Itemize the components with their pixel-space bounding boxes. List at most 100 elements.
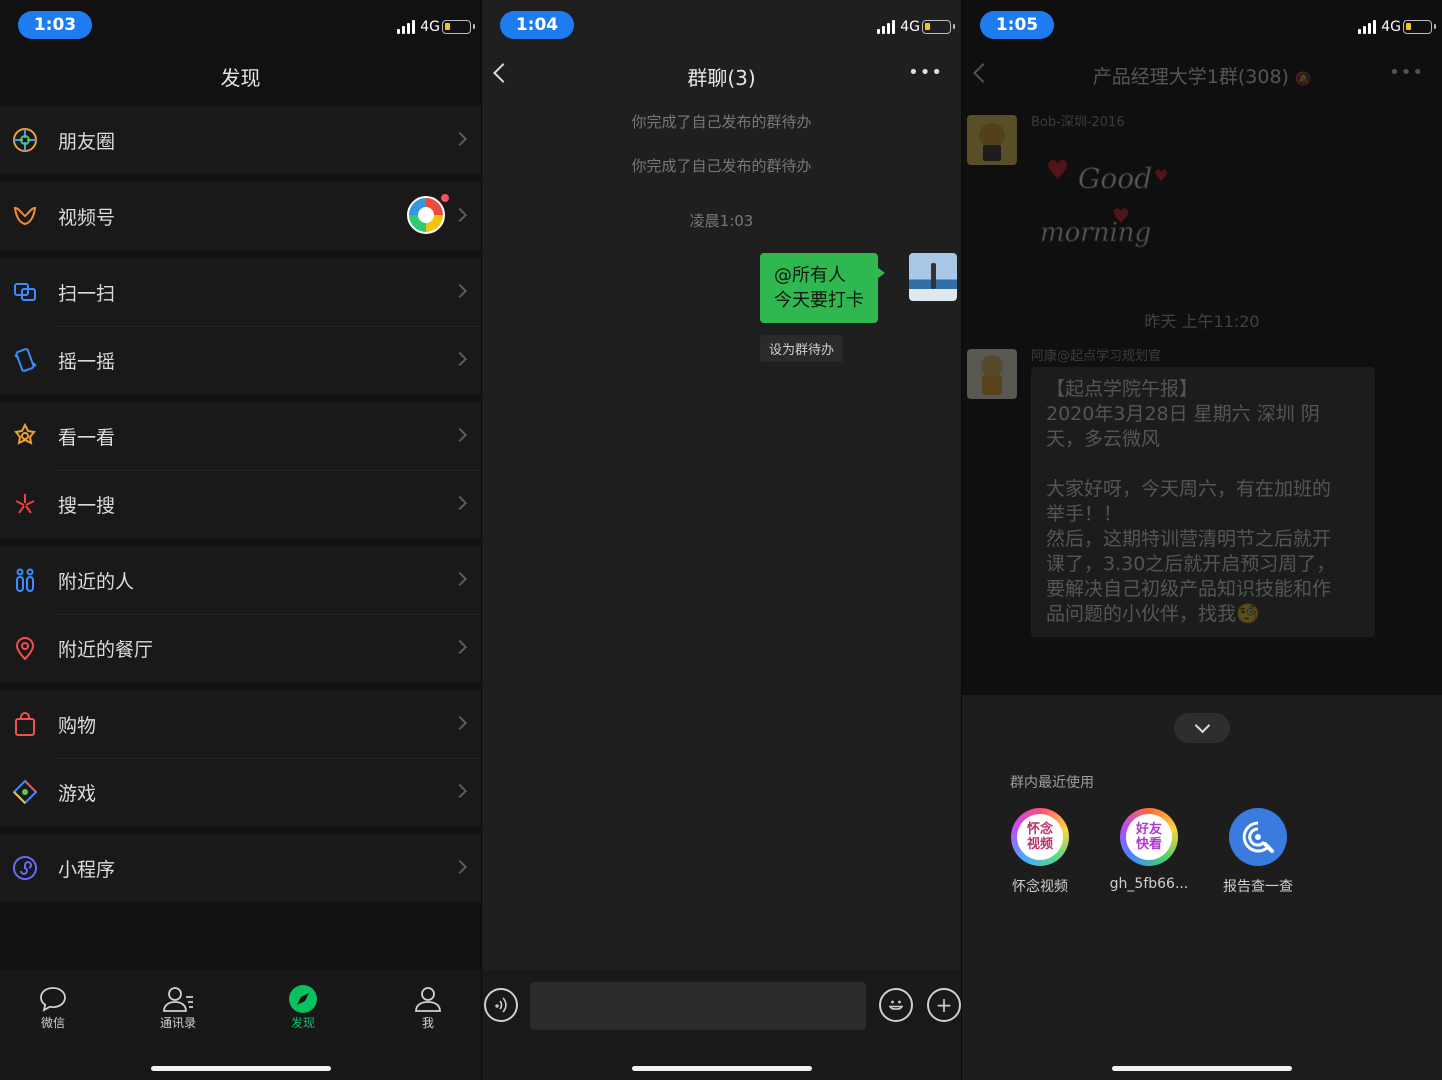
home-indicator[interactable] bbox=[1112, 1066, 1292, 1071]
discover-menu-item[interactable]: 搜一搜 bbox=[0, 470, 481, 538]
chevron-right-icon bbox=[452, 351, 468, 367]
menu-item-label: 扫一扫 bbox=[58, 282, 116, 305]
channels-icon bbox=[12, 203, 38, 229]
message-line: 要解决自己初级产品知识技能和作 bbox=[1046, 578, 1332, 600]
chevron-right-icon bbox=[452, 571, 468, 587]
message-line bbox=[1046, 452, 1360, 477]
menu-item-label: 搜一搜 bbox=[58, 494, 116, 517]
discover-menu-item[interactable]: 朋友圈 bbox=[0, 106, 481, 174]
tab-label: 微信 bbox=[40, 1016, 65, 1030]
home-indicator[interactable] bbox=[150, 1066, 331, 1071]
contacts-icon bbox=[143, 984, 213, 1014]
discover-screen: 1:03 4G 发现 朋友圈视频号扫一扫摇一摇看一看搜一搜附近的人附近的餐厅购物… bbox=[0, 0, 481, 1080]
message-line: 然后，这期特训营清明节之后就开 bbox=[1046, 528, 1332, 550]
signal-icon bbox=[877, 18, 895, 34]
chevron-right-icon bbox=[452, 207, 468, 223]
status-bar: 1:03 4G bbox=[0, 0, 481, 50]
plus-icon[interactable]: + bbox=[927, 988, 961, 1022]
message-line: 大家好呀，今天周六，有在加班的 bbox=[1046, 478, 1332, 500]
menu-item-label: 游戏 bbox=[58, 782, 97, 805]
network-type: 4G bbox=[1381, 19, 1401, 35]
people-nearby-icon bbox=[12, 567, 38, 593]
recent-app-item[interactable]: 报告查一查 bbox=[1212, 808, 1304, 896]
heart-icon: ♥ bbox=[1154, 166, 1169, 185]
home-indicator[interactable] bbox=[631, 1066, 812, 1071]
menu-group: 小程序 bbox=[0, 834, 481, 902]
recent-app-item[interactable]: 好友快看 gh_5fb66... bbox=[1103, 808, 1195, 892]
tab-discover[interactable]: 发现 bbox=[268, 984, 338, 1031]
chat-title: 群聊(3) bbox=[687, 66, 756, 90]
sticker-text: Good bbox=[1077, 162, 1153, 196]
menu-group: 购物 游戏 bbox=[0, 690, 481, 826]
more-options-icon[interactable]: ••• bbox=[1389, 64, 1424, 82]
status-bar: 1:05 4G bbox=[962, 0, 1442, 50]
heart-icon: ♥ bbox=[1046, 156, 1070, 186]
battery-icon bbox=[1403, 20, 1436, 34]
moments-icon bbox=[12, 127, 38, 153]
good-morning-sticker[interactable]: ♥ ♥ ♥ Good morning bbox=[1039, 150, 1180, 260]
search-icon bbox=[12, 491, 38, 517]
app-name: 怀念视频 bbox=[1012, 879, 1068, 895]
shopping-bag-icon bbox=[12, 711, 38, 737]
discover-menu-item[interactable]: 看一看 bbox=[0, 402, 481, 470]
tab-chats[interactable]: 微信 bbox=[18, 984, 88, 1031]
page-title: 发现 bbox=[220, 66, 261, 90]
discover-menu-item[interactable]: 扫一扫 bbox=[0, 258, 481, 326]
group-chat-screen: 1:04 4G 群聊(3) ••• 你完成了自己发布的群待办 你完成了自己发布的… bbox=[481, 0, 961, 1080]
tab-contacts[interactable]: 通讯录 bbox=[143, 984, 213, 1031]
menu-item-label: 购物 bbox=[58, 714, 97, 737]
discover-menu-item[interactable]: 小程序 bbox=[0, 834, 481, 902]
discover-menu-item[interactable]: 购物 bbox=[0, 690, 481, 758]
sent-message-bubble[interactable]: @所有人 今天要打卡 bbox=[760, 253, 885, 323]
message-timestamp: 凌晨1:03 bbox=[689, 212, 754, 230]
discover-compass-icon bbox=[268, 984, 338, 1014]
tab-me[interactable]: 我 bbox=[393, 984, 463, 1031]
scan-icon bbox=[12, 279, 38, 305]
panel-label: 群内最近使用 bbox=[1010, 775, 1094, 791]
set-group-todo-chip[interactable]: 设为群待办 bbox=[760, 335, 844, 362]
message-line: @所有人 bbox=[774, 265, 846, 286]
signal-icon bbox=[397, 18, 415, 34]
network-type: 4G bbox=[420, 19, 440, 35]
menu-item-label: 看一看 bbox=[58, 426, 116, 449]
chevron-right-icon bbox=[452, 131, 468, 147]
voice-input-icon[interactable] bbox=[484, 988, 518, 1022]
status-time: 1:03 bbox=[18, 11, 92, 39]
sender-avatar[interactable] bbox=[967, 349, 1017, 399]
message-line: 举手！！ bbox=[1046, 503, 1123, 525]
self-avatar[interactable] bbox=[909, 253, 957, 301]
received-message-bubble[interactable]: 【起点学院午报】 2020年3月28日 星期六 深圳 阴天，多云微风 大家好呀，今天… bbox=[1031, 367, 1375, 637]
pm-group-chat-screen: 1:05 4G 产品经理大学1群(308) 🔕 ••• Bob-深圳-2016 … bbox=[961, 0, 1442, 1080]
menu-item-label: 朋友圈 bbox=[58, 130, 116, 153]
battery-icon bbox=[922, 20, 955, 34]
tab-label: 通讯录 bbox=[159, 1016, 196, 1030]
chat-title-text: 产品经理大学1群(308) bbox=[1092, 66, 1289, 88]
status-bar: 1:04 4G bbox=[482, 0, 961, 50]
discover-menu-item[interactable]: 摇一摇 bbox=[0, 326, 481, 394]
battery-icon bbox=[442, 20, 475, 34]
recent-app-item[interactable]: 怀念视频 怀念视频 bbox=[994, 808, 1086, 896]
chat-icon bbox=[18, 984, 88, 1014]
menu-group: 朋友圈 bbox=[0, 106, 481, 174]
sender-avatar[interactable] bbox=[967, 115, 1017, 165]
sender-name: 阿康@起点学习规划官 bbox=[1031, 349, 1162, 364]
discover-menu-item[interactable]: 游戏 bbox=[0, 758, 481, 826]
games-icon bbox=[12, 779, 38, 805]
top-stories-icon bbox=[12, 423, 38, 449]
menu-item-label: 附近的人 bbox=[58, 570, 135, 593]
sticker-text: morning bbox=[1039, 218, 1152, 249]
mute-bell-icon: 🔕 bbox=[1295, 72, 1312, 87]
more-options-icon[interactable]: ••• bbox=[908, 64, 943, 82]
discover-menu-item[interactable]: 附近的人 bbox=[0, 546, 481, 614]
app-name: gh_5fb66... bbox=[1109, 876, 1189, 892]
message-input[interactable] bbox=[530, 982, 866, 1030]
discover-menu-item[interactable]: 附近的餐厅 bbox=[0, 614, 481, 682]
discover-menu-item[interactable]: 视频号 bbox=[0, 182, 481, 250]
collapse-panel-button[interactable] bbox=[1174, 713, 1230, 743]
chevron-right-icon bbox=[452, 783, 468, 799]
chat-input-bar: + bbox=[482, 970, 961, 1080]
emoji-icon[interactable] bbox=[879, 988, 913, 1022]
tab-label: 发现 bbox=[290, 1016, 315, 1030]
status-time: 1:04 bbox=[500, 11, 574, 39]
app-icon-text: 好友快看 bbox=[1135, 822, 1162, 852]
